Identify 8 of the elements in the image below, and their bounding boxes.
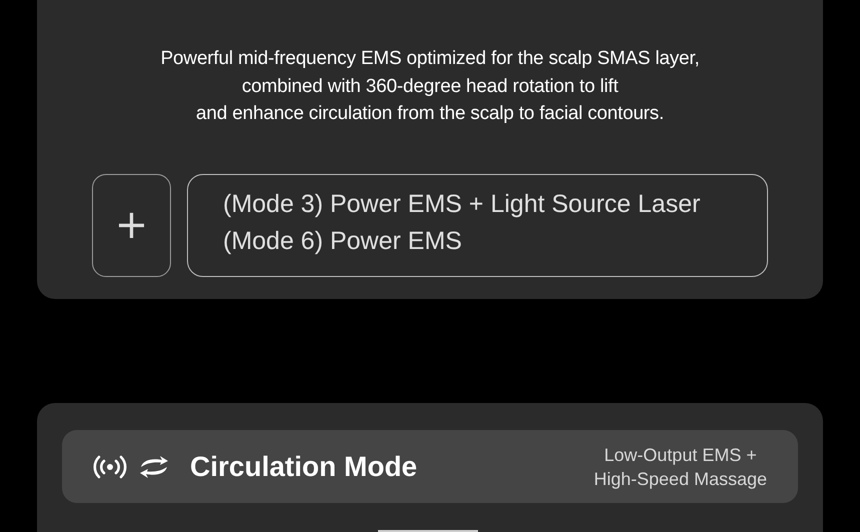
mode-item: (Mode 6) Power EMS (223, 226, 463, 256)
mode-item: (Mode 3) Power EMS + Light Source Laser (223, 188, 702, 220)
add-button[interactable]: + (92, 174, 171, 276)
signal-waves-icon (92, 454, 128, 478)
mode-title: Circulation Mode (190, 450, 418, 482)
rotation-arrows-icon (138, 454, 170, 478)
mode-subtitle: Low-Output EMS + High-Speed Massage (594, 444, 767, 490)
description-text: Powerful mid-frequency EMS optimized for the scalp SMAS layer, combined with 360-degree head rotation to lift and enhance circulation from the scalp to facial contours. (160, 47, 700, 126)
